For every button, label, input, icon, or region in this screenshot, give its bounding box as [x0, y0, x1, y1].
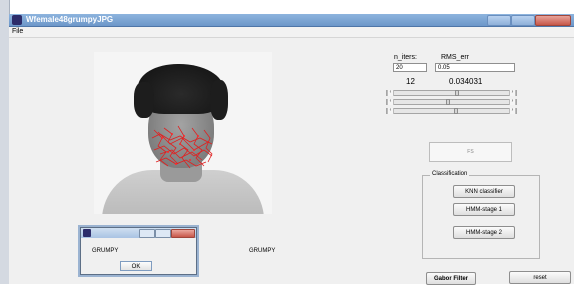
- reset-button[interactable]: reset: [509, 271, 571, 284]
- gabor-filter-button[interactable]: Gabor Filter: [426, 272, 476, 285]
- dialog-message: GRUMPY: [92, 248, 119, 254]
- classification-title: Classification: [430, 171, 470, 177]
- knn-classifier-button[interactable]: KNN classifier: [453, 185, 515, 198]
- window-title: Wfemale48grumpyJPG: [26, 15, 114, 24]
- gabor-feature-overlay: [151, 125, 213, 169]
- slider-left-arrow-icon[interactable]: ‹: [387, 108, 394, 114]
- hair-right-shape: [210, 80, 228, 120]
- maximize-button[interactable]: [511, 15, 535, 26]
- result-label: GRUMPY: [249, 248, 276, 254]
- dialog-minimize-button[interactable]: [139, 229, 155, 238]
- message-dialog[interactable]: GRUMPY OK: [80, 227, 197, 275]
- slider-right-arrow-icon[interactable]: ›: [509, 108, 516, 114]
- slider-thumb[interactable]: [446, 99, 450, 105]
- classification-panel: Classification KNN classifier HMM-stage …: [422, 171, 540, 259]
- dialog-titlebar[interactable]: [81, 228, 196, 238]
- n-iters-result: 12: [406, 77, 415, 86]
- menu-file[interactable]: File: [12, 27, 23, 37]
- slider-right-arrow-icon[interactable]: ›: [509, 99, 516, 105]
- hair-left-shape: [134, 82, 154, 118]
- slider-thumb[interactable]: [455, 90, 459, 96]
- rms-err-label: RMS_err: [441, 54, 470, 61]
- figure-canvas: n_iters: RMS_err 20 0.05 12 0.034031 ‹ ›…: [9, 38, 574, 285]
- fs-button[interactable]: FS: [429, 142, 512, 162]
- matlab-icon: [83, 229, 91, 237]
- dialog-maximize-button[interactable]: [155, 229, 171, 238]
- slider-1[interactable]: ‹ ›: [386, 90, 517, 96]
- slider-left-arrow-icon[interactable]: ‹: [387, 99, 394, 105]
- matlab-icon: [12, 15, 22, 25]
- menubar: File: [9, 27, 574, 38]
- rms-err-result: 0.034031: [449, 77, 483, 86]
- n-iters-label: n_iters:: [394, 54, 417, 61]
- slider-thumb[interactable]: [454, 108, 458, 114]
- window-titlebar[interactable]: Wfemale48grumpyJPG: [9, 14, 574, 27]
- slider-left-arrow-icon[interactable]: ‹: [387, 90, 394, 96]
- minimize-button[interactable]: [487, 15, 511, 26]
- close-button[interactable]: [535, 15, 571, 26]
- rms-err-input[interactable]: 0.05: [435, 63, 515, 72]
- dialog-close-button[interactable]: [171, 229, 195, 238]
- slider-2[interactable]: ‹ ›: [386, 99, 517, 105]
- face-image: [94, 52, 272, 214]
- hmm-stage1-button[interactable]: HMM-stage 1: [453, 203, 515, 216]
- slider-3[interactable]: ‹ ›: [386, 108, 517, 114]
- slider-right-arrow-icon[interactable]: ›: [509, 90, 516, 96]
- n-iters-input[interactable]: 20: [393, 63, 427, 72]
- dialog-ok-button[interactable]: OK: [120, 261, 152, 271]
- hmm-stage2-button[interactable]: HMM-stage 2: [453, 226, 515, 239]
